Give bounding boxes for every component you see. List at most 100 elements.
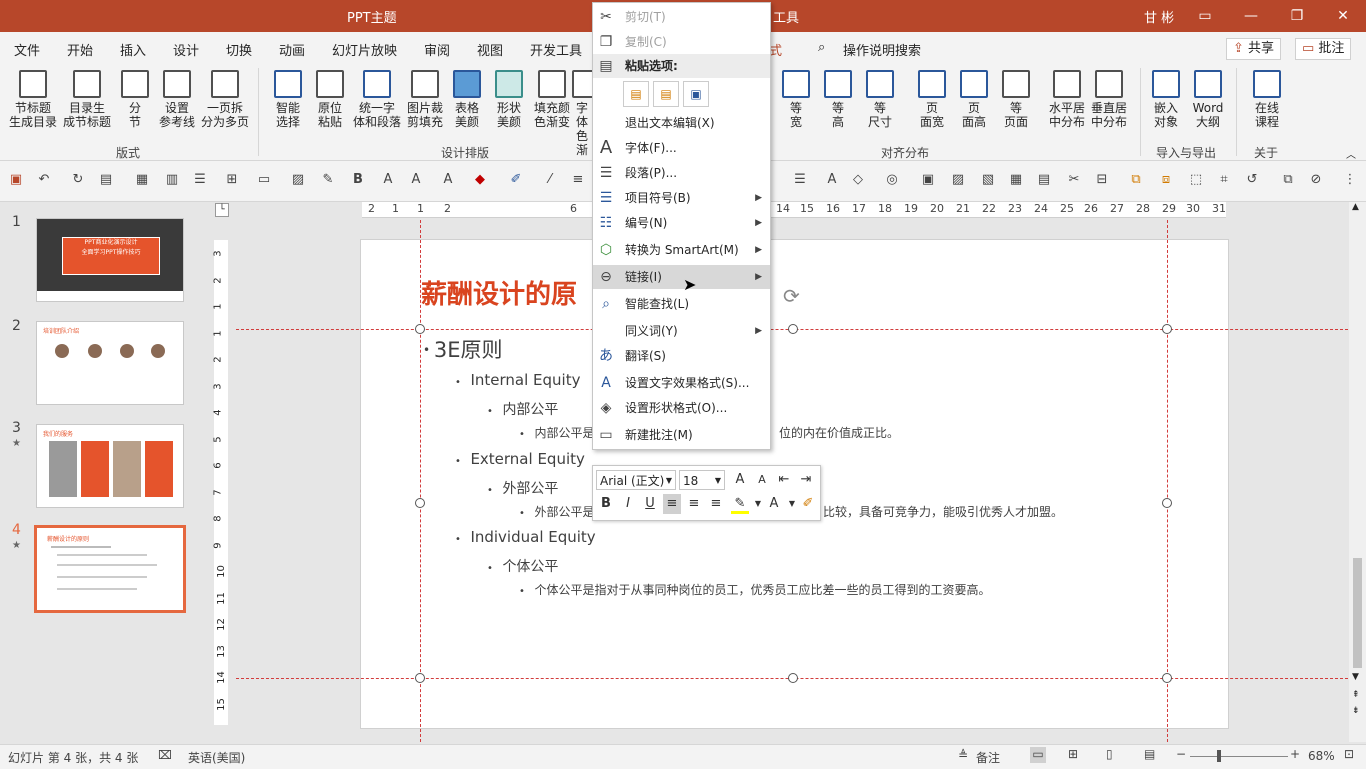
guide-line[interactable] [420,220,421,742]
shapes-icon[interactable]: ◇ [850,172,866,188]
tell-me-search[interactable]: 操作说明搜索 [843,40,921,59]
ribbon-btn-font-gradient[interactable]: 字体 色渐 [572,70,592,157]
scroll-down-icon[interactable]: ▼ [1352,672,1359,682]
ribbon-btn-page-height[interactable]: 页 面高 [956,70,992,129]
language-indicator[interactable]: 英语(美国) [188,749,245,766]
customize-toolbar-icon[interactable]: ⋮ [1342,172,1358,188]
menu-item-smart-lookup[interactable]: ⌕ 智能查找(L) [593,292,770,316]
ribbon-display-options-icon[interactable]: ▭ [1182,4,1228,28]
slide-thumbnail-1[interactable]: PPT商业化演示设计 全面学习PPT操作技巧 [36,218,184,302]
menu-item-translate[interactable]: あ翻译(S) [593,344,770,368]
undo-icon[interactable]: ↶ [36,172,52,188]
picture-insert-icon[interactable]: ▨ [950,172,966,188]
ribbon-btn-equal-size[interactable]: 等 尺寸 [862,70,898,129]
ribbon-btn-equal-page[interactable]: 等 页面 [998,70,1034,129]
next-slide-icon[interactable]: ⇟ [1352,706,1360,716]
collapse-ribbon-icon[interactable]: ︿ [1346,146,1356,161]
tab-insert[interactable]: 插入 [120,40,146,59]
redo-icon[interactable]: ↻ [70,172,86,188]
tab-view[interactable]: 视图 [477,40,503,59]
align-icon[interactable]: ☰ [192,172,208,188]
tab-developer[interactable]: 开发工具 [530,40,582,59]
bullet-level-3[interactable]: • 外部公平 [487,478,558,498]
picture-compress-icon[interactable]: ▤ [1036,172,1052,188]
ribbon-btn-section[interactable]: 分 节 [118,70,152,129]
ribbon-btn-section-to-toc[interactable]: 节标题 生成目录 [8,70,58,129]
table-icon[interactable]: ▥ [164,172,180,188]
textbox-icon[interactable]: A [824,172,840,188]
minimize-button[interactable]: — [1228,4,1274,28]
bullet-level-2[interactable]: • External Equity [455,450,585,468]
menu-item-numbering[interactable]: ☷ 编号(N) ▶ [593,211,770,235]
bullet-level-2[interactable]: • Internal Equity [455,371,580,389]
italic-button[interactable]: I [619,494,637,514]
resize-handle[interactable] [415,673,425,683]
previous-slide-icon[interactable]: ⇞ [1352,690,1360,700]
normal-view-icon[interactable]: ▭ [1030,747,1046,763]
resize-handle[interactable] [415,498,425,508]
ribbon-btn-equal-height[interactable]: 等 高 [820,70,856,129]
ribbon-btn-horizontal-distribute[interactable]: 水平居 中分布 [1044,70,1090,129]
share-button[interactable]: ⇪ 共享 [1226,38,1282,60]
bullet-level-4[interactable]: • 外部公平是 [519,503,594,520]
ribbon-btn-toc-to-section[interactable]: 目录生 成节标题 [62,70,112,129]
ribbon-btn-unify-font[interactable]: 统一字 体和段落 [350,70,404,129]
spellcheck-icon[interactable]: ⌧ [158,748,172,762]
align-left-icon[interactable]: ≡ [570,172,586,188]
paste-merge-formatting-icon[interactable]: ▤ [653,81,679,107]
vertical-scrollbar[interactable]: ▲ ▼ ⇞ ⇟ [1349,202,1366,742]
tab-animations[interactable]: 动画 [279,40,305,59]
bullet-level-4[interactable]: • 个体公平是指对于从事同种岗位的员工，优秀员工应比差一些的员工得到的工资要高。 [519,581,990,598]
decrease-indent-icon[interactable]: ⇤ [775,470,793,490]
tab-file[interactable]: 文件 [14,40,40,59]
menu-item-synonyms[interactable]: 同义词(Y) ▶ [593,319,770,343]
ribbon-btn-vertical-distribute[interactable]: 垂直居 中分布 [1086,70,1132,129]
tab-review[interactable]: 审阅 [424,40,450,59]
guide-line[interactable] [1167,220,1168,742]
search-icon[interactable]: ⌕ [818,40,825,55]
menu-item-cut[interactable]: ✂ 剪切(T) [593,5,770,29]
font-size-select[interactable]: 18 ▼ [679,470,725,490]
underline-button[interactable]: U [641,494,659,514]
paste-keep-formatting-icon[interactable]: ▤ [623,81,649,107]
ribbon-btn-smart-select[interactable]: 智能 选择 [266,70,310,129]
notes-icon[interactable]: ≜ [958,748,968,762]
slideshow-icon[interactable]: ▤ [1144,747,1155,761]
highlight-color-icon[interactable]: ✎ [731,494,749,514]
font-name-select[interactable]: Arial (正文) ▼ [596,470,676,490]
bullet-list-icon[interactable]: ☰ [792,172,808,188]
group-objects-icon[interactable]: ⧉ [1128,172,1144,188]
arrange-icon[interactable]: ▭ [256,172,272,188]
increase-indent-icon[interactable]: ⇥ [797,470,815,490]
bold-icon[interactable]: B [350,172,366,188]
menu-item-format-text-effects[interactable]: A 设置文字效果格式(S)... [593,371,770,395]
slide-layout-icon[interactable]: ▦ [134,172,150,188]
fit-to-window-icon[interactable]: ⊡ [1344,747,1354,761]
scrollbar-thumb[interactable] [1353,558,1362,668]
user-name[interactable]: 甘 彬 [1144,7,1174,26]
zoom-out-icon[interactable]: − [1176,747,1186,761]
picture-icon[interactable]: ▨ [290,172,306,188]
menu-item-convert-smartart[interactable]: ⬡ 转换为 SmartArt(M) ▶ [593,238,770,262]
zoom-slider-thumb[interactable] [1217,750,1221,762]
rotate-handle-icon[interactable]: ⟳ [783,284,800,308]
grow-font-icon[interactable]: A [380,172,396,188]
bullet-level-2[interactable]: • Individual Equity [455,528,596,546]
shrink-font-icon[interactable]: A [408,172,424,188]
horizontal-ruler[interactable]: 2 1 1 2 6 14 15 16 17 18 19 20 21 22 23 24 25 26 27 28 29 30 3… [362,202,1226,218]
ribbon-btn-split-page[interactable]: 一页拆 分为多页 [200,70,250,129]
menu-item-paragraph[interactable]: ☰ 段落(P)... [593,161,770,185]
save-icon[interactable]: ▣ [8,172,24,188]
comments-button[interactable]: ▭ 批注 [1295,38,1352,60]
menu-item-format-shape[interactable]: ◈ 设置形状格式(O)... [593,396,770,420]
ribbon-btn-embed-object[interactable]: 嵌入 对象 [1146,70,1186,129]
vertical-ruler[interactable]: 3 2 1 1 2 3 4 5 6 7 8 9 10 11 12 13 14 15 [213,240,228,725]
resize-handle[interactable] [788,673,798,683]
crop-icon[interactable]: ⌗ [1216,172,1232,188]
bullet-level-3[interactable]: • 个体公平 [487,556,558,576]
ribbon-btn-page-width[interactable]: 页 面宽 [914,70,950,129]
reading-view-icon[interactable]: ▯ [1106,747,1113,761]
slide-thumbnail-3[interactable]: 我们的服务 [36,424,184,508]
slide-thumbnail-2[interactable]: 培训团队介绍 [36,321,184,405]
replace-icon[interactable]: ⧉ [1280,172,1296,188]
